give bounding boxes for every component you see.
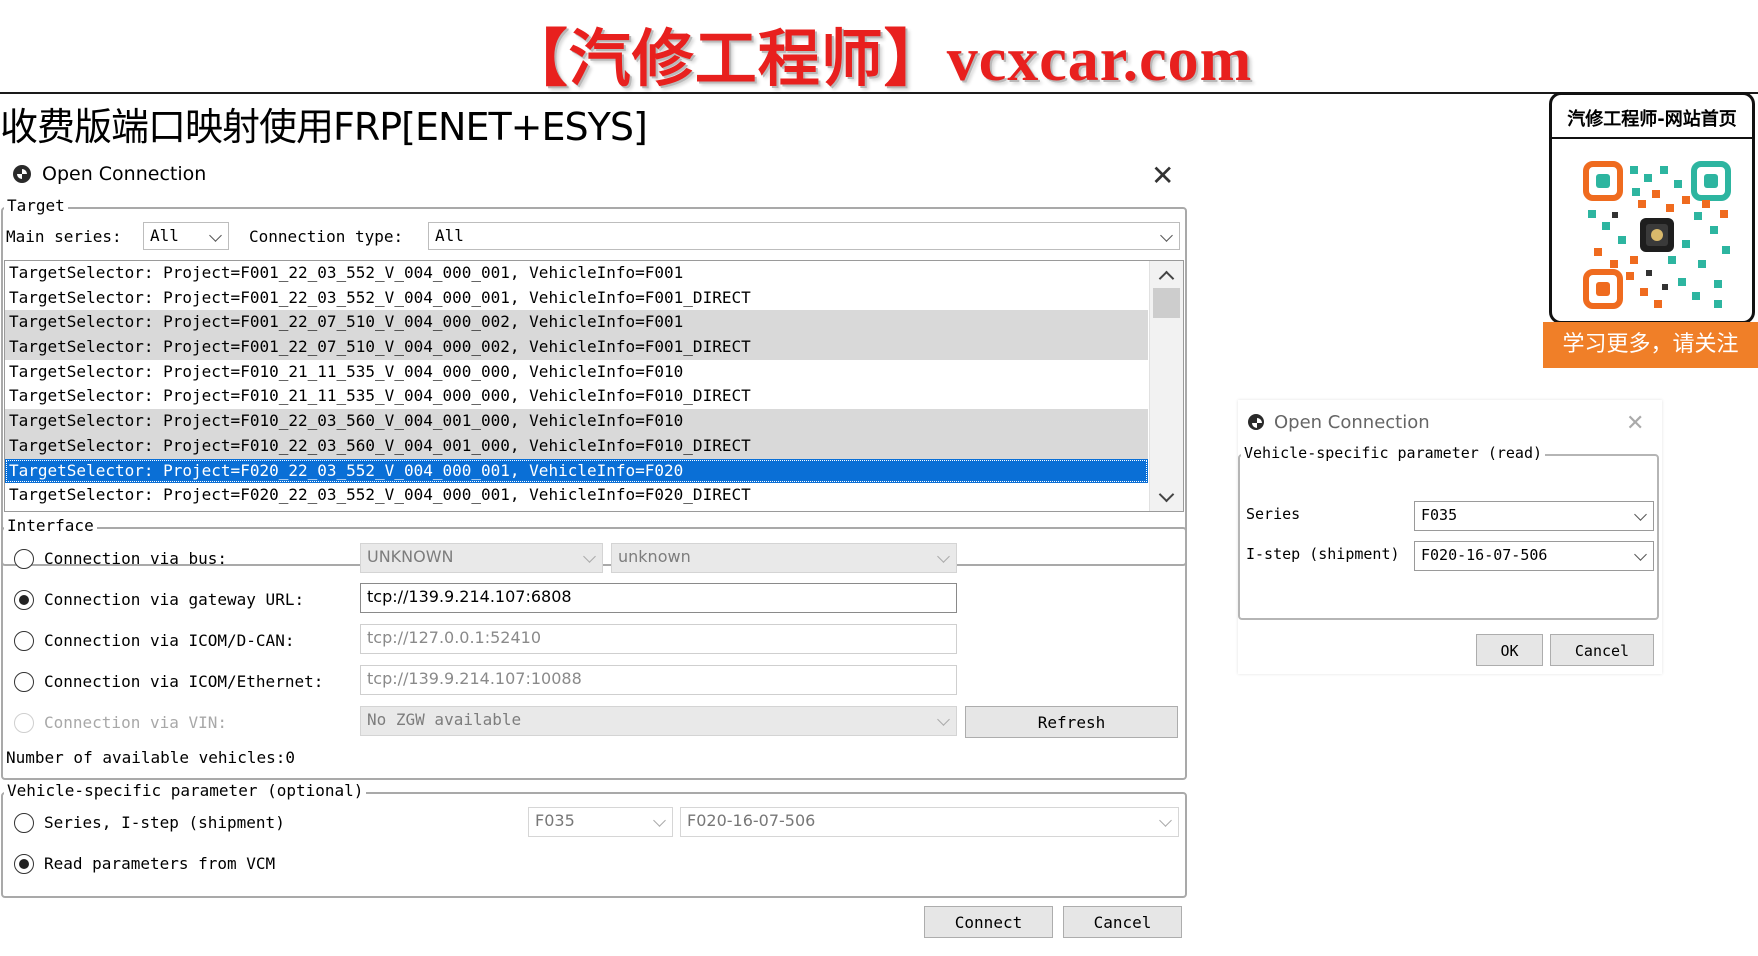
gateway-label: Connection via gateway URL: <box>44 590 305 609</box>
bmw-logo-icon <box>13 165 31 183</box>
cancel-button[interactable]: Cancel <box>1063 906 1182 938</box>
chevron-down-icon <box>937 713 950 726</box>
gateway-radio[interactable] <box>14 590 34 610</box>
vehicle-params-legend: Vehicle-specific parameter (optional) <box>4 781 367 800</box>
close-icon[interactable]: ✕ <box>1151 162 1174 190</box>
target-list[interactable]: TargetSelector: Project=F001_22_03_552_V… <box>4 260 1184 512</box>
target-row[interactable]: TargetSelector: Project=F010_21_11_535_V… <box>5 384 1148 409</box>
vin-label: Connection via VIN: <box>44 713 228 732</box>
main-series-value: All <box>150 226 179 245</box>
chevron-down-icon <box>1160 229 1173 242</box>
dialog-title: Open Connection <box>1274 412 1430 433</box>
read-params-legend: Vehicle-specific parameter (read) <box>1241 444 1546 462</box>
bus-radio[interactable] <box>14 549 34 569</box>
series-select[interactable]: F035 <box>528 807 673 837</box>
icom-dcan-radio[interactable] <box>14 631 34 651</box>
series-value: F035 <box>535 811 575 830</box>
chevron-down-icon <box>1634 548 1647 561</box>
dialog-title: Open Connection <box>42 163 207 185</box>
chevron-down-icon <box>1634 508 1647 521</box>
read-vcm-label: Read parameters from VCM <box>44 854 276 873</box>
icom-eth-label: Connection via ICOM/Ethernet: <box>44 672 324 691</box>
banner-divider <box>0 92 1758 94</box>
banner-title: 【汽修工程师】vcxcar.com <box>505 26 1253 94</box>
icom-dcan-input[interactable]: tcp://127.0.0.1:52410 <box>360 624 957 654</box>
icom-dcan-label: Connection via ICOM/D-CAN: <box>44 631 295 650</box>
chevron-down-icon <box>583 550 596 563</box>
qr-code-icon <box>1582 160 1732 310</box>
target-row[interactable]: TargetSelector: Project=F001_22_03_552_V… <box>5 286 1148 311</box>
chevron-down-icon <box>653 814 666 827</box>
target-row[interactable]: TargetSelector: Project=F001_22_03_552_V… <box>5 261 1148 286</box>
read-istep-value: F020-16-07-506 <box>1421 546 1548 564</box>
list-scrollbar[interactable] <box>1149 261 1183 511</box>
read-vcm-radio[interactable] <box>14 854 34 874</box>
target-row[interactable]: TargetSelector: Project=F010_21_11_535_V… <box>5 360 1148 385</box>
icom-eth-radio[interactable] <box>14 672 34 692</box>
page-heading: 收费版端口映射使用FRP[ENET+ESYS] <box>0 105 648 149</box>
scroll-up-icon[interactable] <box>1158 270 1175 287</box>
ok-button[interactable]: OK <box>1476 634 1543 666</box>
vin-select[interactable]: No ZGW available <box>360 706 957 736</box>
open-connection-dialog: Open Connection ✕ Target Main series: Al… <box>0 156 1188 956</box>
target-row[interactable]: TargetSelector: Project=F001_22_07_510_V… <box>5 310 1148 336</box>
vin-value: No ZGW available <box>367 710 522 729</box>
bus-label: Connection via bus: <box>44 549 228 568</box>
chevron-down-icon <box>937 550 950 563</box>
target-legend: Target <box>4 196 68 215</box>
chevron-down-icon <box>209 229 222 242</box>
read-series-select[interactable]: F035 <box>1414 501 1654 531</box>
istep-select[interactable]: F020-16-07-506 <box>680 807 1179 837</box>
bmw-logo-icon <box>1248 414 1264 430</box>
read-series-value: F035 <box>1421 506 1458 524</box>
qr-footer: 学习更多，请关注 <box>1543 322 1758 368</box>
gateway-url-input[interactable]: tcp://139.9.214.107:6808 <box>360 583 957 613</box>
read-istep-select[interactable]: F020-16-07-506 <box>1414 541 1654 571</box>
connect-button[interactable]: Connect <box>924 906 1053 938</box>
main-series-select[interactable]: All <box>143 222 229 250</box>
connection-type-value: All <box>435 226 464 245</box>
series-istep-label: Series, I-step (shipment) <box>44 813 285 832</box>
icom-eth-input[interactable]: tcp://139.9.214.107:10088 <box>360 665 957 695</box>
bus-select-1[interactable]: UNKNOWN <box>360 543 603 573</box>
bus-value-2: unknown <box>618 547 691 566</box>
read-cancel-button[interactable]: Cancel <box>1550 634 1654 666</box>
istep-value: F020-16-07-506 <box>687 811 816 830</box>
qr-card: 汽修工程师-网站首页 <box>1549 92 1755 324</box>
target-row[interactable]: TargetSelector: Project=F001_22_07_510_V… <box>5 335 1148 360</box>
available-vehicles-text: Number of available vehicles:0 <box>6 748 295 767</box>
qr-divider <box>1552 137 1752 139</box>
main-series-label: Main series: <box>6 227 122 246</box>
connection-type-label: Connection type: <box>249 227 404 246</box>
target-row[interactable]: TargetSelector: Project=F020_22_03_552_V… <box>5 483 1148 508</box>
chevron-down-icon <box>1159 814 1172 827</box>
read-params-group <box>1238 454 1659 620</box>
close-icon[interactable]: ✕ <box>1626 410 1644 438</box>
target-row-selected[interactable]: TargetSelector: Project=F020_22_03_552_V… <box>5 458 1148 484</box>
qr-title: 汽修工程师-网站首页 <box>1567 109 1737 130</box>
istep-label: I-step (shipment) <box>1246 545 1400 563</box>
scroll-down-icon[interactable] <box>1158 486 1175 503</box>
interface-legend: Interface <box>4 516 97 535</box>
bus-value-1: UNKNOWN <box>367 547 454 566</box>
series-label: Series <box>1246 505 1301 523</box>
bus-select-2[interactable]: unknown <box>611 543 957 573</box>
read-parameters-dialog: Open Connection ✕ Vehicle-specific param… <box>1238 400 1662 674</box>
connection-type-select[interactable]: All <box>428 222 1180 250</box>
scroll-thumb[interactable] <box>1153 288 1180 318</box>
series-istep-radio[interactable] <box>14 813 34 833</box>
vin-radio[interactable] <box>14 713 34 733</box>
refresh-button[interactable]: Refresh <box>965 706 1178 738</box>
target-row[interactable]: TargetSelector: Project=F010_22_03_560_V… <box>5 433 1148 459</box>
target-row[interactable]: TargetSelector: Project=F010_22_03_560_V… <box>5 409 1148 434</box>
banner: 【汽修工程师】vcxcar.com <box>0 0 1758 94</box>
